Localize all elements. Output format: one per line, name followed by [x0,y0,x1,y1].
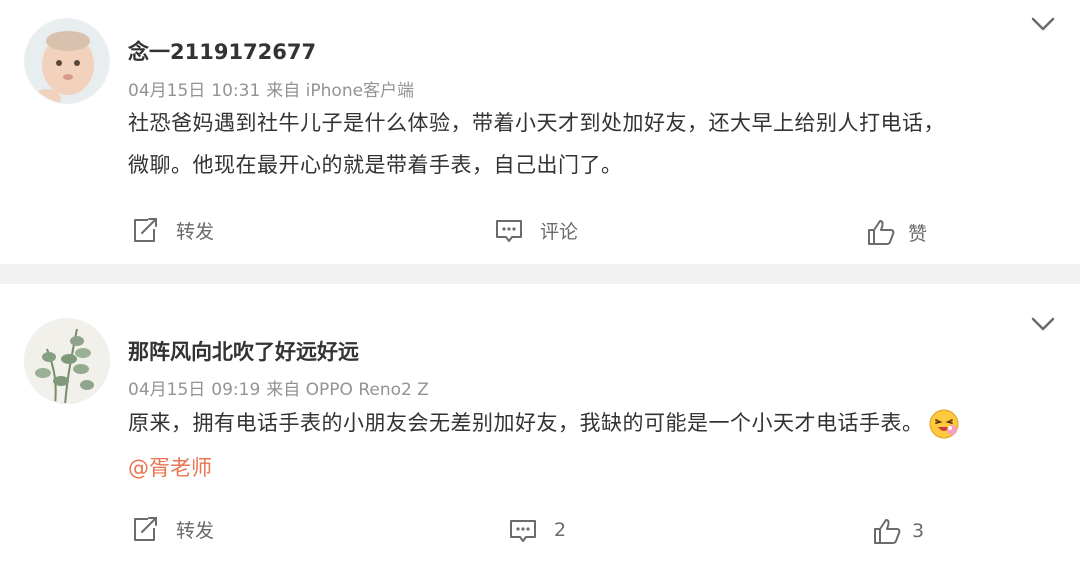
username[interactable]: 念一2119172677 [128,36,316,66]
repost-label: 转发 [176,519,215,542]
post-time: 09:19 [211,380,261,400]
repost-button[interactable]: 转发 [130,512,214,546]
post-time: 10:31 [211,81,261,101]
mention-link[interactable]: @胥老师 [128,452,212,482]
laughing-emoji-icon [928,408,960,440]
comment-icon [496,220,522,242]
post-text: 原来，拥有电话手表的小朋友会无差别加好友，我缺的可能是一个小天才电话手表。 [128,402,1048,444]
post-source: 来自 OPPO Reno2 Z [266,380,429,400]
post-text-line: 社恐爸妈遇到社牛儿子是什么体验，带着小天才到处加好友，还大早上给别人打电话， [128,111,945,135]
post-meta: 04月15日 10:31 来自 iPhone客户端 [128,76,420,101]
post-source: 来自 iPhone客户端 [266,81,415,101]
thumbs-up-icon [868,220,895,245]
like-count: 3 [912,520,925,542]
comment-count: 2 [554,519,567,541]
post-text-line: 微聊。他现在最开心的就是带着手表，自己出门了。 [128,153,623,177]
repost-icon [134,517,157,541]
post-meta: 04月15日 09:19 来自 OPPO Reno2 Z [128,375,435,400]
comment-button[interactable]: 2 [508,513,566,547]
chevron-down-icon[interactable] [1028,314,1058,334]
like-button[interactable]: 3 [872,514,924,548]
comment-card: 念一2119172677 04月15日 10:31 来自 iPhone客户端 社恐爸… [0,0,1080,264]
post-date: 04月15日 [128,81,206,101]
like-label: 赞 [908,222,928,245]
post-text: 社恐爸妈遇到社牛儿子是什么体验，带着小天才到处加好友，还大早上给别人打电话， 微… [128,102,1048,186]
post-date: 04月15日 [128,380,206,400]
repost-label: 转发 [176,220,215,243]
comment-label: 评论 [540,220,579,243]
post-text-line: 原来，拥有电话手表的小朋友会无差别加好友，我缺的可能是一个小天才电话手表。 [128,411,924,435]
comment-card: 那阵风向北吹了好远好远 04月15日 09:19 来自 OPPO Reno2 Z 原… [0,284,1080,562]
chevron-down-icon[interactable] [1028,14,1058,34]
username[interactable]: 那阵风向北吹了好远好远 [128,336,359,366]
comment-icon [510,520,536,542]
comment-button[interactable]: 评论 [494,213,578,247]
repost-button[interactable]: 转发 [130,213,214,247]
repost-icon [134,218,157,242]
avatar[interactable] [24,318,110,404]
like-button[interactable]: 赞 [866,215,927,249]
thumbs-up-icon [874,519,901,544]
section-divider [0,264,1080,284]
avatar[interactable] [24,18,110,104]
